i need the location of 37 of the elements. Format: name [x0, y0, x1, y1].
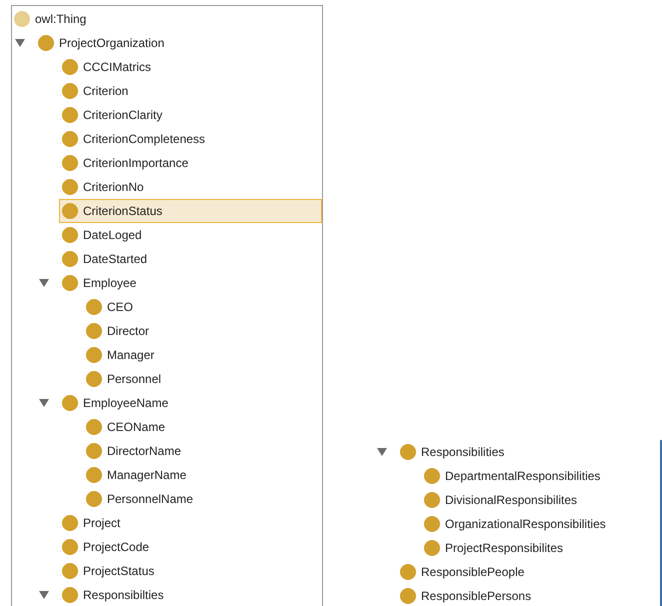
class-tree-item[interactable]: Project: [59, 511, 322, 535]
class-tree-item[interactable]: ManagerName: [83, 463, 322, 487]
expand-triangle-icon[interactable]: [377, 447, 387, 457]
class-tree-item[interactable]: CriterionClarity: [59, 103, 322, 127]
class-tree-item[interactable]: ResponsiblePeople: [397, 560, 660, 584]
class-tree-item[interactable]: ProjectOrganization: [35, 31, 322, 55]
class-tree-item[interactable]: CriterionStatus: [59, 199, 322, 223]
class-tree-item[interactable]: DepartmentalResponsibilities: [421, 464, 660, 488]
class-tree-item[interactable]: DivisionalResponsibilites: [421, 488, 660, 512]
class-tree-item[interactable]: CCCIMatrics: [59, 55, 322, 79]
class-tree-item[interactable]: Employee: [59, 271, 322, 295]
class-tree-item[interactable]: ProjectCode: [59, 535, 322, 559]
class-tree-item[interactable]: ProjectStatus: [59, 559, 322, 583]
class-tree-item[interactable]: DateLoged: [59, 223, 322, 247]
class-tree-item[interactable]: CriterionCompleteness: [59, 127, 322, 151]
class-tree-item[interactable]: owl:Thing: [12, 7, 322, 31]
expand-triangle-icon[interactable]: [39, 590, 49, 600]
class-tree-item[interactable]: CriterionNo: [59, 175, 322, 199]
class-tree-item[interactable]: Responsibilties: [59, 583, 322, 606]
expand-triangle-icon[interactable]: [39, 278, 49, 288]
expand-triangle-icon[interactable]: [15, 38, 25, 48]
class-tree-item[interactable]: Responsibilities: [397, 440, 660, 464]
class-tree-item[interactable]: PersonnelName: [83, 487, 322, 511]
class-tree-item[interactable]: EmployeeName: [59, 391, 322, 415]
class-tree-item[interactable]: Personnel: [83, 367, 322, 391]
class-tree-item[interactable]: Criterion: [59, 79, 322, 103]
class-tree-item[interactable]: ResponsiblePersons: [397, 584, 660, 606]
class-tree-item[interactable]: DateStarted: [59, 247, 322, 271]
class-tree-item[interactable]: CEO: [83, 295, 322, 319]
class-tree-item[interactable]: OrganizationalResponsibilities: [421, 512, 660, 536]
class-tree-item[interactable]: DirectorName: [83, 439, 322, 463]
class-tree-item[interactable]: CEOName: [83, 415, 322, 439]
expand-triangle-icon[interactable]: [39, 398, 49, 408]
class-tree-item[interactable]: CriterionImportance: [59, 151, 322, 175]
class-tree-item[interactable]: Manager: [83, 343, 322, 367]
class-tree-item[interactable]: Director: [83, 319, 322, 343]
class-tree-item[interactable]: ProjectResponsibilites: [421, 536, 660, 560]
